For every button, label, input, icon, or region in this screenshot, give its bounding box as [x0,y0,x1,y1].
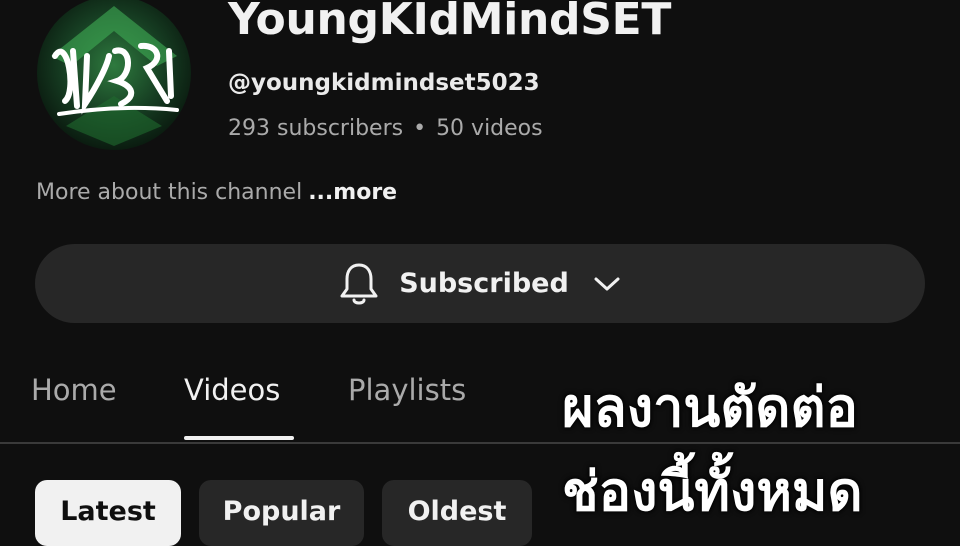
channel-stats: 293 subscribers • 50 videos [228,116,543,141]
chip-oldest[interactable]: Oldest [382,480,532,546]
about-more-link[interactable]: ...more [308,180,397,205]
channel-name: YoungKIdMindSET [228,0,672,45]
overlay-caption-line2: ช่องนี้ทั้งหมด [562,460,863,523]
channel-avatar[interactable] [37,0,191,150]
subscribed-button[interactable]: Subscribed [35,244,925,323]
about-text: More about this channel [36,180,303,205]
chip-latest[interactable]: Latest [35,480,181,546]
subscriber-count: 293 subscribers [228,116,404,141]
subscribed-label: Subscribed [399,268,569,299]
tab-playlists[interactable]: Playlists [348,373,466,407]
tab-home[interactable]: Home [31,373,117,407]
overlay-caption-line1: ผลงานตัดต่อ [562,376,858,439]
chevron-down-icon [593,275,621,293]
chip-popular[interactable]: Popular [199,480,364,546]
active-tab-indicator [184,436,294,440]
tab-videos[interactable]: Videos [184,373,280,407]
channel-about[interactable]: More about this channel ...more [36,180,397,205]
video-count: 50 videos [436,116,543,141]
avatar-logo-graffiti [51,6,179,146]
channel-handle: @youngkidmindset5023 [228,70,540,96]
bell-icon [339,261,379,307]
stats-separator: • [413,116,427,141]
